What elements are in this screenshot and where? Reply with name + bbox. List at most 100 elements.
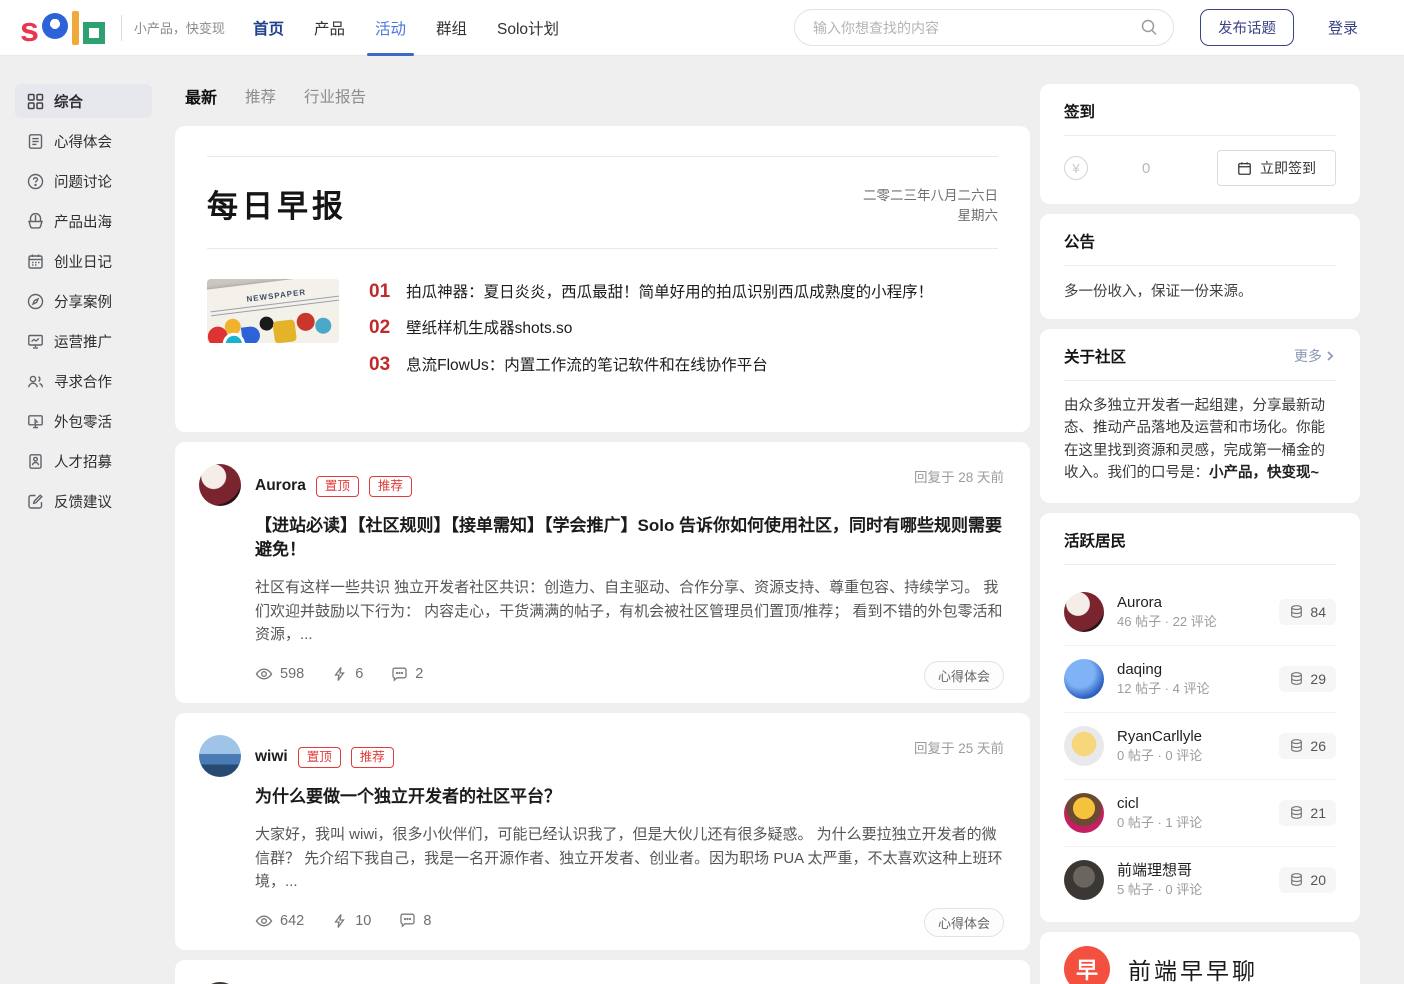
- avatar[interactable]: [199, 735, 241, 777]
- coins-icon: [1289, 671, 1304, 686]
- post-title[interactable]: 为什么要做一个独立开发者的社区平台？: [255, 785, 1006, 809]
- likes-count: 10: [355, 913, 371, 929]
- daily-thumbnail-image[interactable]: NEWSPAPER: [207, 279, 339, 343]
- resident-row[interactable]: daqing 12 帖子 · 4 评论 29: [1064, 646, 1336, 713]
- question-icon: [27, 173, 44, 190]
- daily-body: NEWSPAPER 01 拍瓜神器：夏日炎炎，西瓜最甜！简单好用的拍瓜识别西瓜: [207, 279, 998, 390]
- page-body: 综合 心得体会 问题讨论 产品出海 创业日记 分享案例 运营推广 寻求合作: [0, 56, 1404, 984]
- calendar-icon: [27, 253, 44, 270]
- resident-name[interactable]: Aurora: [1117, 592, 1217, 613]
- sidebar-item-recruiting[interactable]: 人才招募: [15, 444, 152, 478]
- resident-score-badge: 29: [1279, 666, 1336, 692]
- sidebar-item-cooperation[interactable]: 寻求合作: [15, 364, 152, 398]
- avatar[interactable]: [1064, 592, 1104, 632]
- news-text: 息流FlowUs：内置工作流的笔记软件和在线协作平台: [406, 355, 768, 377]
- coins-icon: [1289, 872, 1304, 887]
- daily-date-line1: 二零二三年八月二六日: [863, 186, 998, 206]
- avatar[interactable]: [1064, 726, 1104, 766]
- post-author[interactable]: Aurora: [255, 477, 306, 495]
- resident-name[interactable]: RyanCarllyle: [1117, 726, 1202, 747]
- nav-item-products[interactable]: 产品: [314, 0, 345, 56]
- coins-icon: [1289, 805, 1304, 820]
- daily-news-item[interactable]: 01 拍瓜神器：夏日炎炎，西瓜最甜！简单好用的拍瓜识别西瓜成熟度的小程序！: [369, 281, 998, 304]
- sidebar-item-label: 分享案例: [54, 291, 112, 312]
- pinned-badge: 置顶: [316, 476, 359, 497]
- card-divider: [1064, 380, 1336, 381]
- checkin-button[interactable]: 立即签到: [1217, 150, 1336, 186]
- sidebar-item-cases[interactable]: 分享案例: [15, 284, 152, 318]
- resident-name[interactable]: daqing: [1117, 659, 1209, 680]
- sidebar-item-feedback[interactable]: 反馈建议: [15, 484, 152, 518]
- sidebar-item-experience[interactable]: 心得体会: [15, 124, 152, 158]
- views-stat: 642: [255, 912, 304, 930]
- daily-mid-divider: [207, 248, 998, 249]
- nav-item-groups[interactable]: 群组: [436, 0, 467, 56]
- tab-latest[interactable]: 最新: [185, 84, 217, 108]
- post-header: wiwi 置顶 推荐 回复于 25 天前: [199, 735, 1006, 777]
- announcement-text: 多一份收入，保证一份来源。: [1064, 280, 1336, 301]
- login-link[interactable]: 登录: [1328, 17, 1358, 38]
- sidebar-item-questions[interactable]: 问题讨论: [15, 164, 152, 198]
- about-title: 关于社区: [1064, 345, 1126, 367]
- resident-score: 29: [1310, 671, 1326, 687]
- daily-news-list: 01 拍瓜神器：夏日炎炎，西瓜最甜！简单好用的拍瓜识别西瓜成熟度的小程序！ 02…: [369, 279, 998, 390]
- avatar[interactable]: [1064, 659, 1104, 699]
- coins-icon: [1289, 604, 1304, 619]
- views-count: 642: [280, 913, 304, 929]
- resident-row[interactable]: Aurora 46 帖子 · 22 评论 84: [1064, 579, 1336, 646]
- comment-stat[interactable]: 8: [399, 912, 431, 929]
- resident-row[interactable]: 前端理想哥 5 帖子 · 0 评论 20: [1064, 847, 1336, 904]
- sidebar-item-marketing[interactable]: 运营推广: [15, 324, 152, 358]
- more-link[interactable]: 更多: [1294, 346, 1336, 366]
- news-text: 拍瓜神器：夏日炎炎，西瓜最甜！简单好用的拍瓜识别西瓜成熟度的小程序！: [406, 282, 933, 304]
- post-title[interactable]: 【进站必读】【社区规则】【接单需知】【学会推广】Solo 告诉你如何使用社区，同…: [255, 514, 1006, 562]
- resident-name[interactable]: cicl: [1117, 793, 1202, 814]
- like-stat[interactable]: 6: [332, 666, 363, 682]
- daily-news-item[interactable]: 03 息流FlowUs：内置工作流的笔记软件和在线协作平台: [369, 354, 998, 377]
- sidebar-item-diary[interactable]: 创业日记: [15, 244, 152, 278]
- post-excerpt: 大家好，我叫 wiwi，很多小伙伴们，可能已经认识我了，但是大伙儿还有很多疑惑。…: [255, 823, 1006, 894]
- zaozaoliao-banner[interactable]: 早 前端早早聊: [1040, 932, 1360, 984]
- avatar[interactable]: [1064, 860, 1104, 900]
- sidebar-item-outsourcing[interactable]: 外包零活: [15, 404, 152, 438]
- monitor-icon: [27, 413, 44, 430]
- avatar[interactable]: [199, 464, 241, 506]
- solo-logo[interactable]: s: [20, 11, 105, 45]
- resident-score-badge: 84: [1279, 599, 1336, 625]
- presentation-icon: [27, 333, 44, 350]
- header-divider: [121, 15, 122, 41]
- post-author[interactable]: wiwi: [255, 748, 288, 766]
- avatar[interactable]: [1064, 793, 1104, 833]
- resident-row[interactable]: cicl 0 帖子 · 1 评论 21: [1064, 780, 1336, 847]
- resident-name[interactable]: 前端理想哥: [1117, 860, 1202, 881]
- like-stat[interactable]: 10: [332, 913, 371, 929]
- nav-item-activity[interactable]: 活动: [375, 0, 406, 56]
- card-divider: [1064, 265, 1336, 266]
- nav-item-solo-plan[interactable]: Solo计划: [497, 0, 559, 56]
- checkin-button-label: 立即签到: [1260, 158, 1316, 178]
- about-header: 关于社区 更多: [1064, 345, 1336, 367]
- sidebar-item-overseas[interactable]: 产品出海: [15, 204, 152, 238]
- nav-item-home[interactable]: 首页: [253, 0, 284, 56]
- daily-date-line2: 星期六: [863, 206, 998, 226]
- resident-row[interactable]: RyanCarllyle 0 帖子 · 0 评论 26: [1064, 713, 1336, 780]
- daily-date: 二零二三年八月二六日 星期六: [863, 186, 998, 227]
- resident-score: 21: [1310, 805, 1326, 821]
- sidebar-item-general[interactable]: 综合: [15, 84, 152, 118]
- announcement-card: 公告 多一份收入，保证一份来源。: [1040, 214, 1360, 319]
- tab-recommended[interactable]: 推荐: [245, 85, 276, 107]
- coin-icon: ¥: [1064, 156, 1088, 180]
- search-input[interactable]: [794, 9, 1174, 46]
- category-tag[interactable]: 心得体会: [924, 908, 1004, 937]
- category-tag[interactable]: 心得体会: [924, 661, 1004, 690]
- daily-news-item[interactable]: 02 壁纸样机生成器shots.so: [369, 317, 998, 340]
- comment-stat[interactable]: 2: [391, 666, 423, 683]
- coins-icon: [1289, 738, 1304, 753]
- eye-icon: [255, 665, 273, 683]
- main-nav: 首页 产品 活动 群组 Solo计划: [253, 0, 559, 56]
- news-number: 02: [369, 317, 390, 339]
- search-icon[interactable]: [1140, 18, 1158, 36]
- publish-topic-button[interactable]: 发布话题: [1200, 9, 1294, 46]
- news-number: 03: [369, 354, 390, 376]
- tab-industry-report[interactable]: 行业报告: [304, 85, 366, 107]
